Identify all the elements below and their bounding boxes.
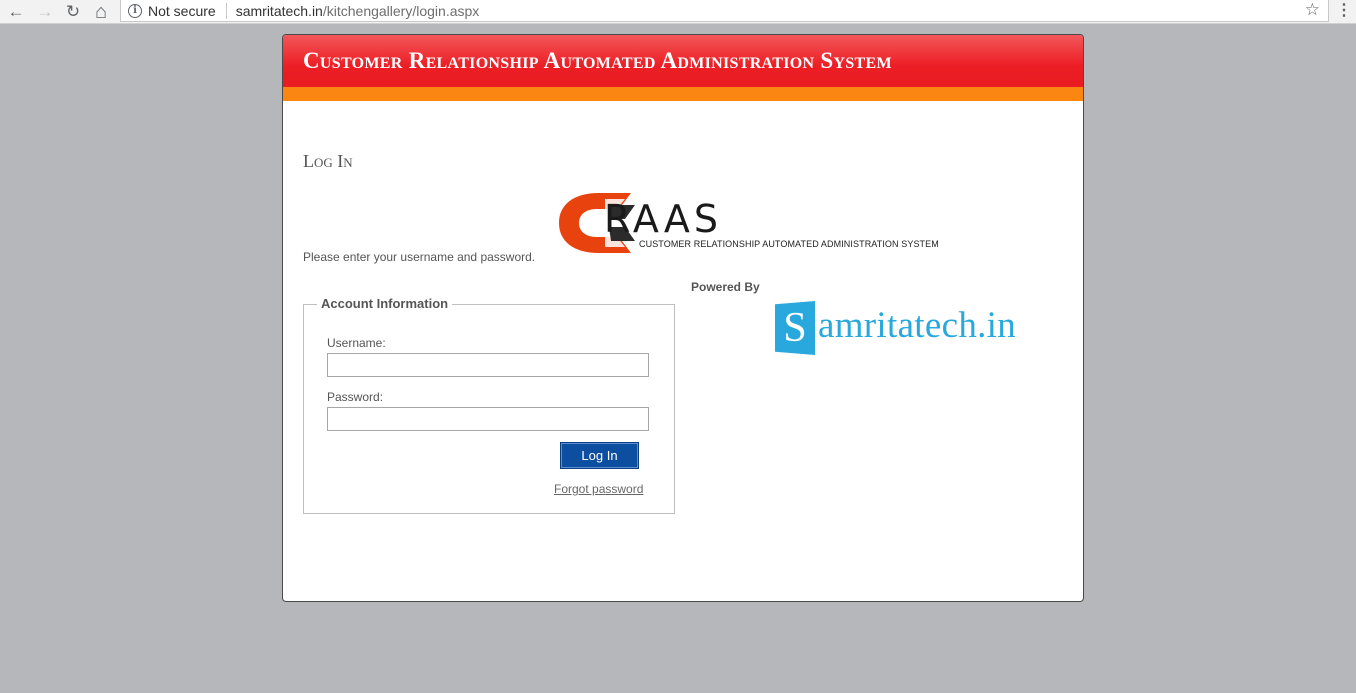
browser-menu-icon[interactable]: ⋮ <box>1336 0 1352 22</box>
page-header: Customer Relationship Automated Administ… <box>283 35 1083 87</box>
craas-logo: RAAS CUSTOMER RELATIONSHIP AUTOMATED ADM… <box>559 189 989 255</box>
page-title: Log In <box>303 151 353 171</box>
brand-name: amritatech.in <box>818 305 1017 346</box>
forward-icon[interactable]: → <box>34 1 56 23</box>
home-icon[interactable]: ⌂ <box>90 1 112 23</box>
header-accent-bar <box>283 87 1083 101</box>
fieldset-legend: Account Information <box>317 296 453 311</box>
forgot-password-link[interactable]: Forgot password <box>554 482 643 496</box>
address-bar[interactable]: i Not secure samritatech.in/kitchengalle… <box>120 0 1329 22</box>
username-input[interactable] <box>327 353 649 377</box>
logo-tagline: CUSTOMER RELATIONSHIP AUTOMATED ADMINIST… <box>639 239 939 249</box>
password-label: Password: <box>327 390 384 404</box>
omnibox-divider <box>225 2 227 19</box>
security-label[interactable]: Not secure <box>148 3 216 19</box>
url-path: /kitchengallery/login.aspx <box>322 2 480 19</box>
browser-toolbar: ← → ↻ ⌂ i Not secure samritatech.in/kitc… <box>0 0 1356 24</box>
brand-initial: S <box>775 301 815 355</box>
reload-icon[interactable]: ↻ <box>62 1 84 23</box>
url-host: samritatech.in <box>235 2 323 19</box>
powered-by-label: Powered By <box>691 280 760 294</box>
login-page-card: Customer Relationship Automated Administ… <box>282 34 1084 602</box>
samritatech-logo: S amritatech.in <box>775 301 1035 357</box>
url-text[interactable]: samritatech.in/kitchengallery/login.aspx <box>236 3 480 19</box>
password-input[interactable] <box>327 407 649 431</box>
account-information-fieldset: Account Information Username: Password: … <box>303 296 675 514</box>
login-button[interactable]: Log In <box>560 442 639 469</box>
logo-wordmark: RAAS <box>604 197 723 241</box>
app-title: Customer Relationship Automated Administ… <box>303 48 892 73</box>
username-label: Username: <box>327 336 386 350</box>
info-icon[interactable]: i <box>128 3 142 18</box>
bookmark-star-icon[interactable]: ☆ <box>1305 0 1320 20</box>
login-instructions: Please enter your username and password. <box>303 250 536 264</box>
back-icon[interactable]: ← <box>5 1 27 23</box>
